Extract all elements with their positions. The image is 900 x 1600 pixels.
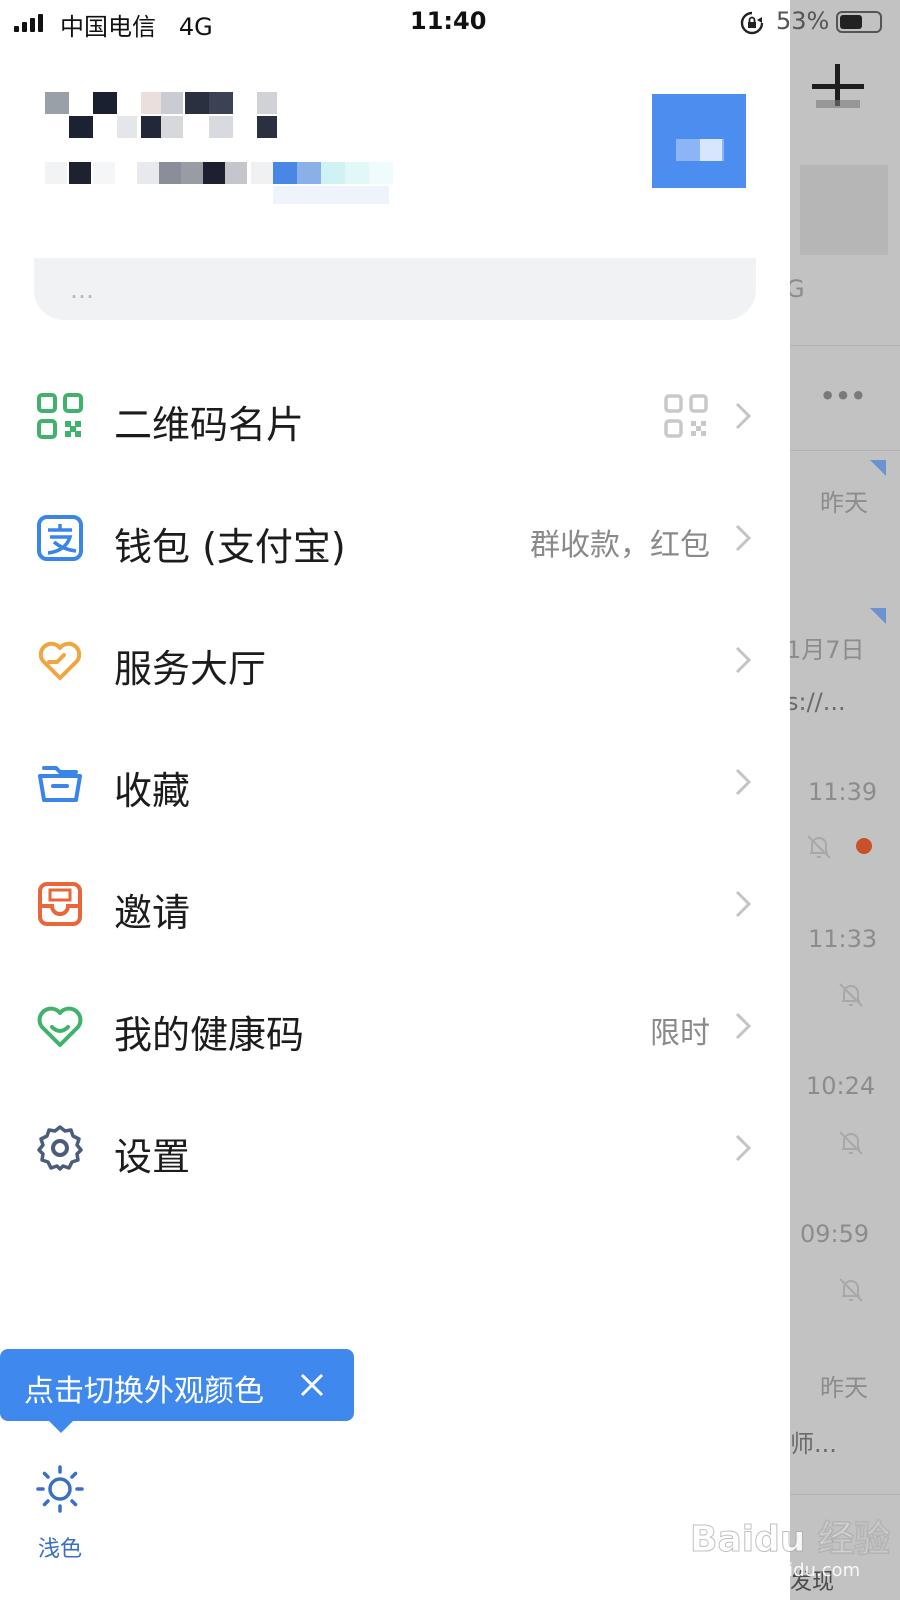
- invite-mailbox-icon: [38, 882, 82, 926]
- health-code-icon: [37, 1006, 83, 1047]
- menu-label: 二维码名片: [114, 403, 305, 447]
- bg-snippet-fragment: G: [790, 275, 805, 303]
- work-status-placeholder: …: [70, 276, 96, 304]
- qr-code-preview-icon: [664, 394, 708, 438]
- unread-dot: [856, 838, 872, 854]
- theme-label: 浅色: [37, 1537, 82, 1562]
- add-icon[interactable]: [808, 62, 868, 112]
- avatar[interactable]: [652, 94, 746, 188]
- mute-bell-icon: [839, 983, 863, 1007]
- bg-time: 11:33: [808, 925, 878, 953]
- bg-time: 10:24: [806, 1072, 876, 1100]
- rotation-lock-icon: [740, 11, 764, 35]
- tooltip-text: 点击切换外观颜色: [24, 1374, 264, 1409]
- bg-time: 09:59: [800, 1220, 870, 1248]
- battery-percent: 53%: [776, 7, 830, 35]
- chevron-right-icon: [735, 524, 752, 552]
- menu-item-settings[interactable]: 设置: [0, 1086, 790, 1208]
- battery-icon: [836, 11, 882, 33]
- heart-hands-icon: [38, 641, 82, 680]
- appearance-tooltip[interactable]: 点击切换外观颜色: [0, 1349, 354, 1433]
- bg-time: 昨天: [820, 489, 868, 517]
- alipay-wallet-icon: [37, 515, 83, 561]
- signal-strength-icon: [14, 14, 43, 32]
- menu-item-service-hall[interactable]: 服务大厅: [0, 598, 790, 720]
- chevron-right-icon: [735, 402, 752, 430]
- carrier-label: 中国电信 4G: [60, 13, 213, 41]
- chevron-right-icon: [735, 1134, 752, 1162]
- watermark-main: Baidu 经验: [689, 1519, 891, 1561]
- mute-bell-icon: [839, 1278, 863, 1302]
- blurred-avatar: [800, 165, 888, 255]
- chevron-right-icon: [735, 1012, 752, 1040]
- profile-name-redacted[interactable]: [45, 92, 285, 142]
- mute-bell-icon: [807, 835, 831, 859]
- menu-extra-text: 限时: [650, 1016, 710, 1051]
- favorites-box-icon: [38, 766, 82, 802]
- chevron-right-icon: [735, 768, 752, 796]
- menu-item-favorites[interactable]: 收藏: [0, 720, 790, 842]
- background-conversation-list[interactable]: G ••• 昨天 1月7日 s://... 11:39 11:33 10:24 …: [790, 0, 900, 1600]
- menu-label: 服务大厅: [114, 647, 267, 691]
- bg-snippet: 师...: [790, 1430, 837, 1458]
- gear-icon: [37, 1125, 83, 1171]
- status-bar: 中国电信 4G 11:40 53%: [0, 0, 900, 46]
- close-icon[interactable]: [298, 1371, 326, 1399]
- sun-icon: [36, 1465, 84, 1513]
- menu-item-invite[interactable]: 邀请: [0, 842, 790, 964]
- qr-code-icon: [37, 393, 83, 439]
- work-status-card[interactable]: …: [34, 258, 756, 320]
- menu-label: 我的健康码: [114, 1013, 305, 1057]
- theme-toggle-button[interactable]: 浅色: [30, 1465, 90, 1565]
- profile-id-redacted: [45, 162, 393, 204]
- menu-label: 设置: [114, 1135, 191, 1179]
- menu-label: 钱包 (支付宝): [114, 525, 346, 569]
- chevron-right-icon: [735, 646, 752, 674]
- menu-item-qr-card[interactable]: 二维码名片: [0, 354, 790, 476]
- menu-label: 邀请: [114, 891, 191, 935]
- menu-item-wallet[interactable]: 钱包 (支付宝) 群收款，红包: [0, 476, 790, 598]
- bg-time: 1月7日: [790, 636, 865, 664]
- bg-time: 11:39: [808, 778, 878, 806]
- more-dots-icon[interactable]: •••: [820, 382, 866, 410]
- menu-label: 收藏: [114, 769, 191, 813]
- side-drawer: … 二维码名片 钱包 (支付宝) 群收款，红包 服务大厅 收藏 邀请 我的健康码…: [0, 0, 790, 1600]
- mute-bell-icon: [839, 1131, 863, 1155]
- watermark-sub: jingyan.baidu.com: [694, 1560, 861, 1581]
- chevron-right-icon: [735, 890, 752, 918]
- menu-extra-text: 群收款，红包: [530, 528, 710, 563]
- baidu-jingyan-watermark: Baidu 经验 jingyan.baidu.com: [689, 1510, 891, 1595]
- status-time: 11:40: [410, 7, 487, 35]
- bg-time: 昨天: [820, 1374, 868, 1402]
- bg-snippet: s://...: [790, 688, 846, 716]
- menu-item-health-code[interactable]: 我的健康码 限时: [0, 964, 790, 1086]
